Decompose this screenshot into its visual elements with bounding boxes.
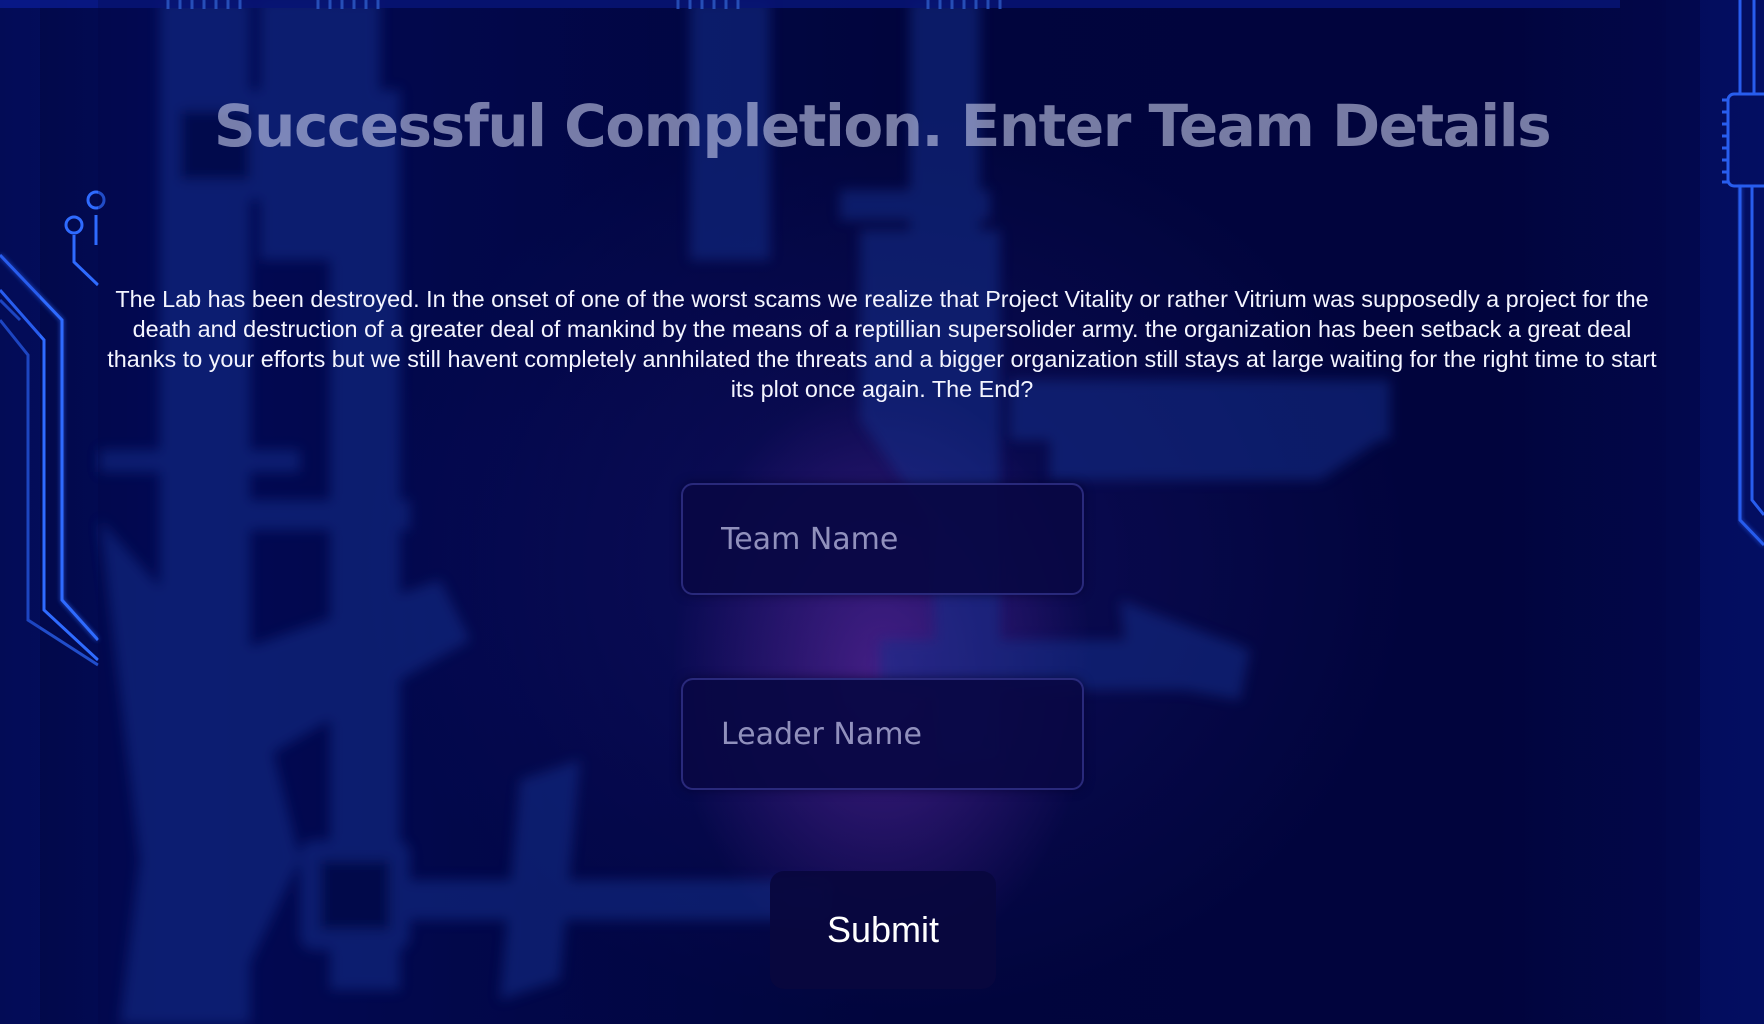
story-text: The Lab has been destroyed. In the onset…: [107, 286, 1657, 402]
page-background: Successful Completion. Enter Team Detail…: [0, 0, 1764, 1024]
page-title: Successful Completion. Enter Team Detail…: [213, 92, 1552, 160]
submit-button[interactable]: Submit: [770, 871, 996, 989]
team-name-input[interactable]: [681, 483, 1084, 595]
leader-name-input[interactable]: [681, 678, 1084, 790]
